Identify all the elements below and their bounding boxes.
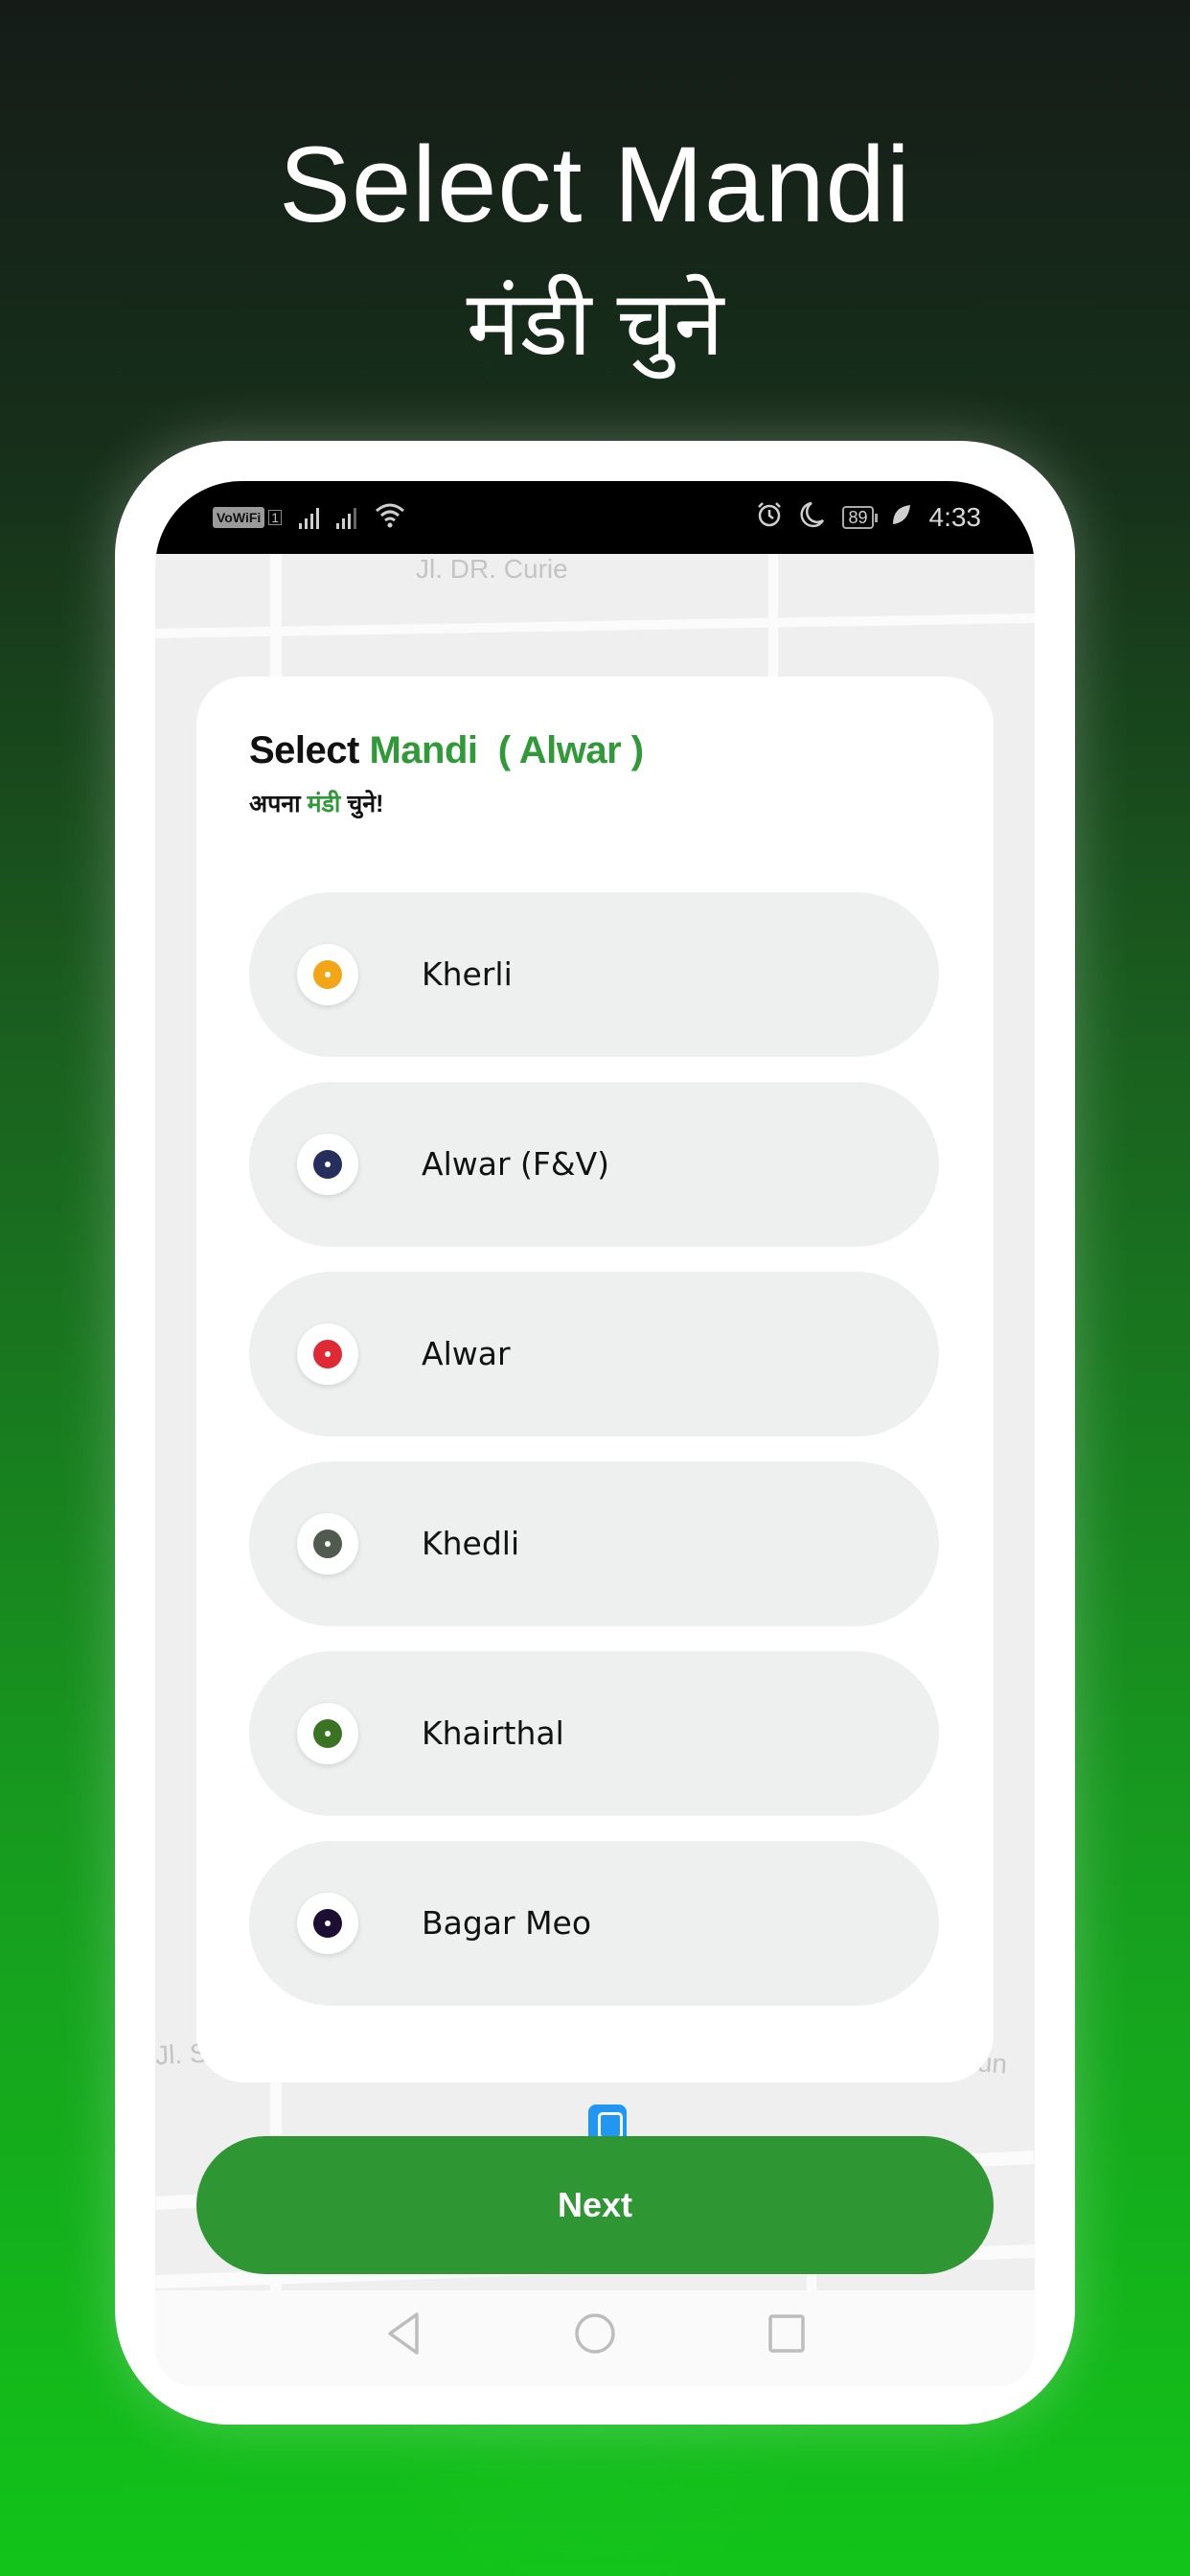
wifi-icon: [374, 501, 406, 535]
mandi-label: Alwar: [422, 1335, 511, 1372]
radio-dot-icon: [313, 1719, 342, 1748]
card-title-prefix: Select: [249, 729, 359, 771]
radio-dot-icon: [313, 1340, 342, 1368]
card-title: Select Mandi ( Alwar ): [249, 729, 644, 772]
mandi-label: Bagar Meo: [422, 1904, 592, 1942]
radio-button[interactable]: [297, 944, 358, 1005]
back-button[interactable]: [379, 2310, 427, 2358]
mandi-option[interactable]: Alwar (F&V): [249, 1082, 939, 1247]
promo-title: Select Mandi: [279, 125, 911, 244]
mandi-label: Khairthal: [422, 1714, 564, 1752]
mandi-option[interactable]: Bagar Meo: [249, 1841, 939, 2006]
card-title-region: ( Alwar ): [497, 729, 644, 771]
radio-dot-icon: [313, 1150, 342, 1179]
mandi-option[interactable]: Khairthal: [249, 1651, 939, 1816]
radio-button[interactable]: [297, 1893, 358, 1954]
mandi-label: Khedli: [422, 1525, 520, 1562]
card-subtitle-accent: मंडी: [307, 791, 341, 817]
mandi-label: Alwar (F&V): [422, 1145, 610, 1183]
next-button[interactable]: Next: [196, 2136, 994, 2274]
vowifi-badge: VoWiFi: [213, 507, 265, 528]
signal-icon: [299, 506, 320, 529]
recents-button[interactable]: [763, 2310, 811, 2358]
mandi-option[interactable]: Khedli: [249, 1461, 939, 1626]
battery-icon: 89: [842, 506, 878, 529]
map-background: Jl. DR. Curie Stasiun Kereta Api Bandung…: [155, 554, 1035, 2290]
signal-icon: [336, 506, 357, 529]
alarm-icon: [756, 501, 783, 535]
map-label: Jl. DR. Curie: [416, 554, 568, 584]
card-subtitle-suffix: चुने!: [347, 791, 384, 817]
mandi-label: Kherli: [422, 955, 513, 993]
leaf-icon: [891, 503, 912, 533]
radio-button[interactable]: [297, 1513, 358, 1575]
phone-screen: VoWiFi 1 89 4:33 Jl. DR. Curie Jl. Selec…: [155, 481, 1035, 2386]
radio-dot-icon: [313, 1530, 342, 1558]
card-subtitle: अपना मंडी चुने!: [249, 787, 383, 819]
radio-dot-icon: [313, 1909, 342, 1938]
mandi-selection-card: Select Mandi ( Alwar ) अपना मंडी चुने! K…: [196, 677, 994, 2082]
status-time: 4:33: [928, 502, 982, 532]
promo-subtitle: मंडी चुने: [466, 273, 724, 374]
recents-icon: [768, 2314, 805, 2353]
home-icon: [575, 2313, 615, 2354]
radio-button[interactable]: [297, 1703, 358, 1764]
home-button[interactable]: [571, 2310, 619, 2358]
radio-button[interactable]: [297, 1134, 358, 1195]
back-icon: [388, 2312, 419, 2355]
mandi-option[interactable]: Kherli: [249, 892, 939, 1057]
status-bar: VoWiFi 1 89 4:33: [155, 481, 1035, 554]
status-right: 89 4:33: [756, 501, 981, 535]
mandi-list: Kherli Alwar (F&V) Alwar Khedli Khairtha…: [249, 892, 939, 2031]
mandi-option[interactable]: Alwar: [249, 1272, 939, 1437]
status-left: VoWiFi 1: [213, 501, 406, 535]
map-road: [155, 612, 1035, 639]
system-nav-bar: [155, 2290, 1035, 2386]
card-title-accent: Mandi: [369, 729, 478, 771]
sim-slot-badge: 1: [268, 510, 283, 525]
radio-button[interactable]: [297, 1323, 358, 1385]
moon-icon: [800, 501, 825, 535]
map-road: [768, 554, 778, 688]
card-subtitle-prefix: अपना: [249, 791, 301, 817]
radio-dot-icon: [313, 960, 342, 989]
